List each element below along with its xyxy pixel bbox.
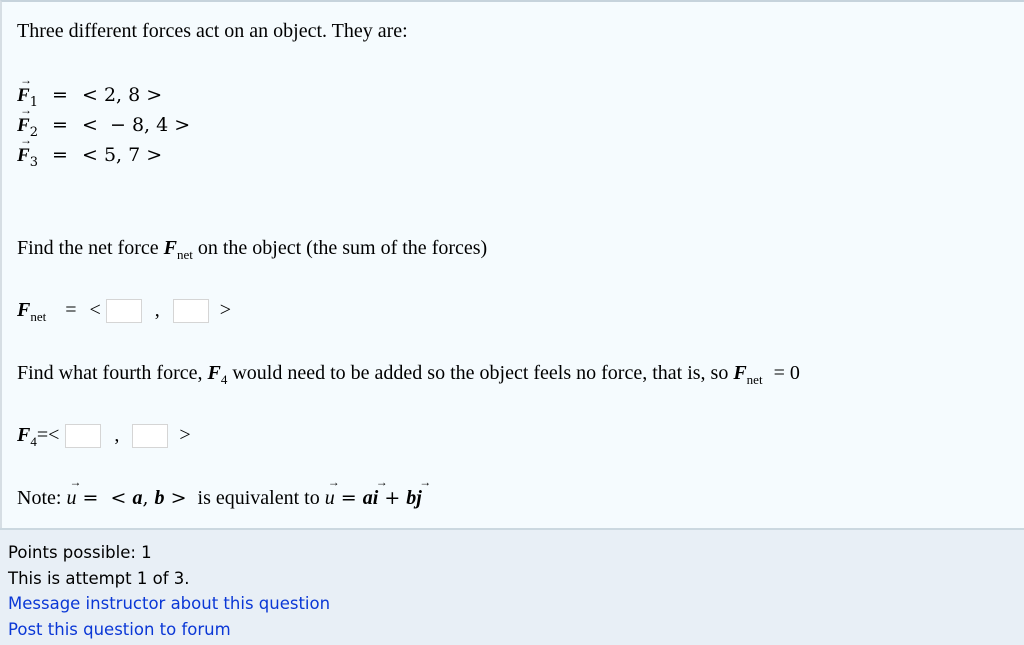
intro-text: Three different forces act on an object.… — [17, 20, 408, 42]
fnet-subscript: net — [746, 372, 763, 387]
fnet-symbol: F — [163, 237, 177, 259]
attempt-info: This is attempt 1 of 3. — [8, 568, 190, 588]
math-text: > — [164, 487, 193, 509]
equals-sign: = — [52, 84, 68, 106]
force-subscript: 3 — [29, 155, 38, 170]
math-text: = < — [76, 487, 133, 509]
equals-sign: = — [52, 114, 68, 136]
b-var: b — [154, 487, 165, 509]
fnet-symbol: F — [733, 362, 747, 384]
force-2: F2 = < − 8, 4 > — [17, 103, 191, 139]
math-text: = — [334, 487, 363, 509]
fnet-y-input[interactable] — [172, 299, 209, 324]
u-vector: u — [325, 475, 340, 510]
fnet-x-input[interactable] — [105, 299, 142, 324]
force-components: < − 8, 4 > — [81, 114, 191, 136]
a-var: a — [362, 487, 373, 509]
points-possible: Points possible: 1 — [8, 543, 152, 562]
comma: , — [154, 299, 160, 321]
u-vector: u — [66, 475, 81, 510]
prompt-text: on the object (the sum of the forces) — [192, 237, 488, 259]
math-text: , — [142, 487, 155, 509]
prompt-text: Find the net force — [17, 237, 164, 259]
force-components: < 5, 7 > — [81, 144, 163, 166]
part2-prompt: Find what fourth force, F4 would need to… — [17, 362, 800, 387]
math-text: + — [378, 487, 407, 509]
post-to-forum-link[interactable]: Post this question to forum — [8, 617, 1024, 643]
note-label: Note: — [17, 487, 67, 509]
j-unit-vector: j — [416, 475, 430, 510]
equals-sign: = — [65, 299, 77, 321]
close-bracket: > — [179, 424, 191, 446]
f4-label: F — [17, 424, 31, 446]
equals-sign: = — [52, 144, 68, 166]
prompt-text: Find what fourth force, — [17, 362, 208, 384]
prompt-text: would need to be added so the object fee… — [227, 362, 734, 384]
a-var: a — [132, 487, 143, 509]
fnet-label-subscript: net — [30, 309, 47, 324]
open-bracket: < — [48, 424, 60, 446]
force-3: F3 = < 5, 7 > — [17, 133, 163, 170]
equals-sign: = — [36, 424, 49, 446]
part1-answer-row: Fnet = < , > — [17, 299, 232, 324]
question-panel: Three different forces act on an object.… — [0, 0, 1024, 528]
open-bracket: < — [89, 299, 101, 321]
part1-prompt: Find the net force Fnet on the object (t… — [17, 237, 488, 262]
message-instructor-link[interactable]: Message instructor about this question — [8, 591, 1024, 617]
i-unit-vector: i — [373, 475, 387, 510]
comma: , — [114, 424, 120, 446]
question-footer: Points possible: 1 This is attempt 1 of … — [0, 528, 1024, 645]
fnet-label: F — [17, 299, 31, 321]
note-text: is equivalent to — [192, 487, 325, 509]
force-symbol: F — [17, 133, 32, 167]
b-var: b — [406, 487, 417, 509]
f4-x-input[interactable] — [65, 424, 102, 449]
note: Note: u = < a, b > is equivalent to u = … — [17, 475, 430, 510]
prompt-text: = 0 — [768, 362, 800, 384]
force-1: F1 = < 2, 8 > — [17, 73, 163, 109]
part2-answer-row: F4=< , > — [17, 424, 191, 449]
fnet-subscript: net — [176, 247, 193, 262]
f4-y-input[interactable] — [132, 424, 169, 449]
f4-symbol: F — [207, 362, 221, 384]
close-bracket: > — [219, 299, 232, 321]
force-components: < 2, 8 > — [81, 84, 163, 106]
